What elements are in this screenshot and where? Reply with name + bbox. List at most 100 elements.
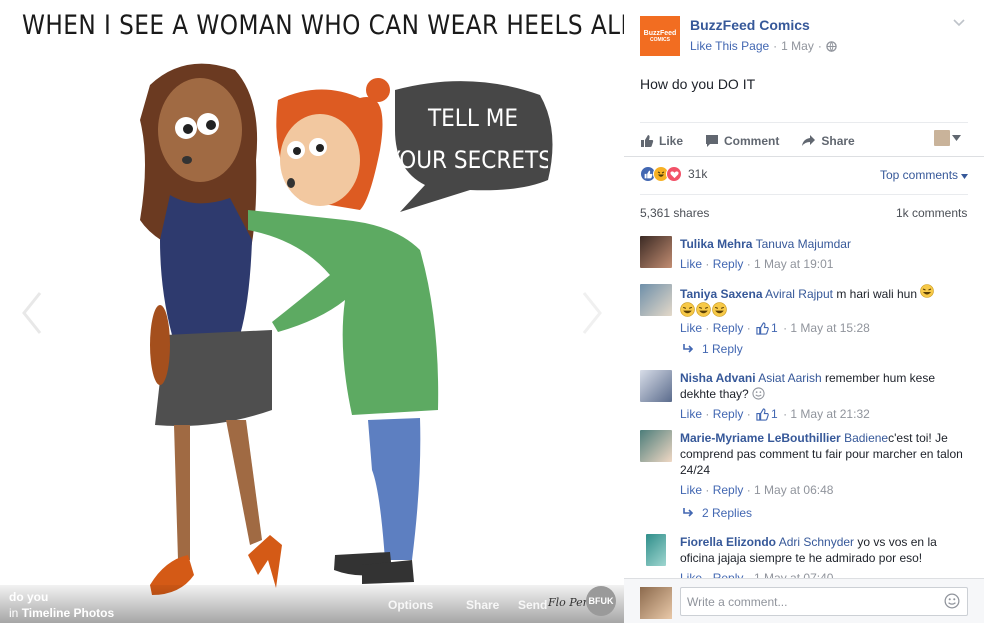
replies-label: 1 Reply [702, 342, 743, 356]
comment-likes[interactable]: 1 [756, 406, 778, 422]
comment-time[interactable]: 1 May at 06:48 [754, 482, 833, 498]
divider [624, 156, 984, 157]
page-avatar[interactable]: BuzzFeed COMICS [640, 16, 680, 56]
love-reaction-icon [666, 166, 682, 182]
commenter-name[interactable]: Nisha Advani [680, 371, 756, 385]
comment-meta: Like · Reply · 1 · 1 May at 21:32 [680, 406, 870, 422]
comment-like-link[interactable]: Like [680, 406, 702, 422]
globe-icon [826, 40, 837, 52]
comment-reply-link[interactable]: Reply [713, 256, 744, 272]
share-photo-button[interactable]: Share [466, 598, 499, 612]
previous-photo-button[interactable] [12, 288, 52, 338]
post-as-selector[interactable] [934, 130, 961, 146]
comment-like-count: 1 [771, 407, 778, 421]
write-comment-bar: Write a comment... [624, 578, 984, 623]
comment-body: Nisha Advani Asiat Aarish remember hum k… [680, 370, 970, 422]
reaction-count: 31k [688, 167, 708, 181]
comment-like-link[interactable]: Like [680, 320, 702, 336]
shares-count[interactable]: 5,361 shares [640, 206, 709, 220]
caret-down-icon [961, 174, 969, 179]
comment-time[interactable]: 1 May at 15:28 [790, 320, 869, 336]
album-prefix: in [9, 606, 19, 620]
tagged-user[interactable]: Aviral Rajput [765, 287, 833, 301]
comment-body: Tulika Mehra Tanuva Majumdar Like · Repl… [680, 236, 970, 272]
send-photo-button[interactable]: Send [518, 598, 547, 612]
comment-body: Fiorella Elizondo Adri Schnyder yo vs vo… [680, 534, 970, 578]
options-button[interactable]: Options [388, 598, 433, 612]
comment-reply-link[interactable]: Reply [713, 406, 744, 422]
album-link[interactable]: Timeline Photos [22, 606, 114, 620]
commenter-avatar[interactable] [640, 370, 672, 402]
view-replies-link[interactable]: 1 Reply [682, 342, 743, 356]
commenter-avatar[interactable] [640, 284, 672, 316]
comment-likes[interactable]: 1 [756, 320, 778, 336]
chevron-down-icon [953, 19, 965, 27]
user-avatar-small [934, 130, 950, 146]
caret-down-icon [952, 135, 961, 141]
commenter-name[interactable]: Fiorella Elizondo [680, 535, 776, 549]
emoji-picker-button[interactable] [944, 593, 960, 612]
replies-label: 2 Replies [702, 506, 753, 520]
post-date[interactable]: 1 May [781, 39, 814, 53]
post-panel: BuzzFeed COMICS BuzzFeed Comics Like Thi… [624, 0, 984, 623]
photo-album-line: in Timeline Photos [9, 606, 114, 620]
tagged-user[interactable]: Tanuva Majumdar [756, 237, 851, 251]
share-label: Share [821, 134, 855, 148]
comment-time[interactable]: 1 May at 19:01 [754, 256, 833, 272]
commenter-name[interactable]: Marie-Myriame LeBouthillier [680, 431, 841, 445]
top-comments-dropdown[interactable]: Top comments [880, 168, 969, 182]
comment-reply-link[interactable]: Reply [713, 570, 744, 578]
like-button[interactable]: Like [640, 134, 683, 148]
comment-reply-link[interactable]: Reply [713, 320, 744, 336]
comment-meta: Like · Reply · 1 May at 07:40 [680, 570, 970, 578]
laughing-emoji-icon [680, 302, 695, 317]
comment-button[interactable]: Comment [705, 134, 779, 148]
comic-illustration [140, 63, 553, 595]
commenter-avatar[interactable] [646, 534, 666, 566]
thumbs-up-icon [641, 135, 654, 147]
comment-meta: Like · Reply · 1 May at 19:01 [680, 256, 834, 272]
comment-time[interactable]: 1 May at 07:40 [754, 570, 833, 578]
commenter-avatar[interactable] [640, 236, 672, 268]
comment-body: Taniya Saxena Aviral Rajput m hari wali … [680, 284, 970, 336]
comment-like-link[interactable]: Like [680, 482, 702, 498]
share-icon [802, 135, 816, 146]
comment-time[interactable]: 1 May at 21:32 [790, 406, 869, 422]
post-meta: Like This Page · 1 May · [690, 39, 837, 53]
chevron-left-icon [22, 292, 42, 334]
like-page-link[interactable]: Like This Page [690, 39, 769, 53]
comment-like-link[interactable]: Like [680, 570, 702, 578]
comment-label: Comment [724, 134, 780, 148]
comic-caption: WHEN I SEE A WOMAN WHO CAN WEAR HEELS AL… [22, 10, 624, 41]
next-photo-button[interactable] [572, 288, 612, 338]
comment-reply-link[interactable]: Reply [713, 482, 744, 498]
tagged-user[interactable]: Badiene [844, 431, 888, 445]
tagged-user[interactable]: Adri Schnyder [779, 535, 854, 549]
page-name-link[interactable]: BuzzFeed Comics [690, 17, 810, 33]
post-options-button[interactable] [952, 16, 966, 33]
laughing-emoji-icon [920, 284, 935, 301]
post-text: How do you DO IT [640, 76, 756, 92]
tagged-user[interactable]: Asiat Aarish [758, 371, 821, 385]
comment-body: Marie-Myriame LeBouthillier Badienec'est… [680, 430, 970, 498]
logo-line-2: COMICS [650, 36, 670, 43]
commenter-name[interactable]: Taniya Saxena [680, 287, 763, 301]
meta-separator-2: · [817, 39, 822, 53]
bubble-line-2: YOUR SECRETS. [398, 147, 548, 174]
photo-album-owner: do you [9, 590, 49, 604]
reactions-summary[interactable]: 31k [640, 166, 707, 182]
share-button[interactable]: Share [801, 134, 855, 148]
smiley-icon [944, 593, 960, 609]
logo-line-1: BuzzFeed [643, 29, 677, 37]
comments-count[interactable]: 1k comments [896, 206, 967, 220]
view-replies-link[interactable]: 2 Replies [682, 506, 752, 520]
commenter-avatar[interactable] [640, 430, 672, 462]
meta-separator: · [773, 39, 778, 53]
commenter-name[interactable]: Tulika Mehra [680, 237, 752, 251]
current-user-avatar [640, 587, 672, 619]
thumbs-up-outline-icon [756, 321, 769, 335]
smiley-icon [752, 387, 765, 400]
comment-input[interactable]: Write a comment... [680, 587, 968, 616]
comment-like-link[interactable]: Like [680, 256, 702, 272]
bubble-line-1: TELL ME [427, 105, 518, 132]
